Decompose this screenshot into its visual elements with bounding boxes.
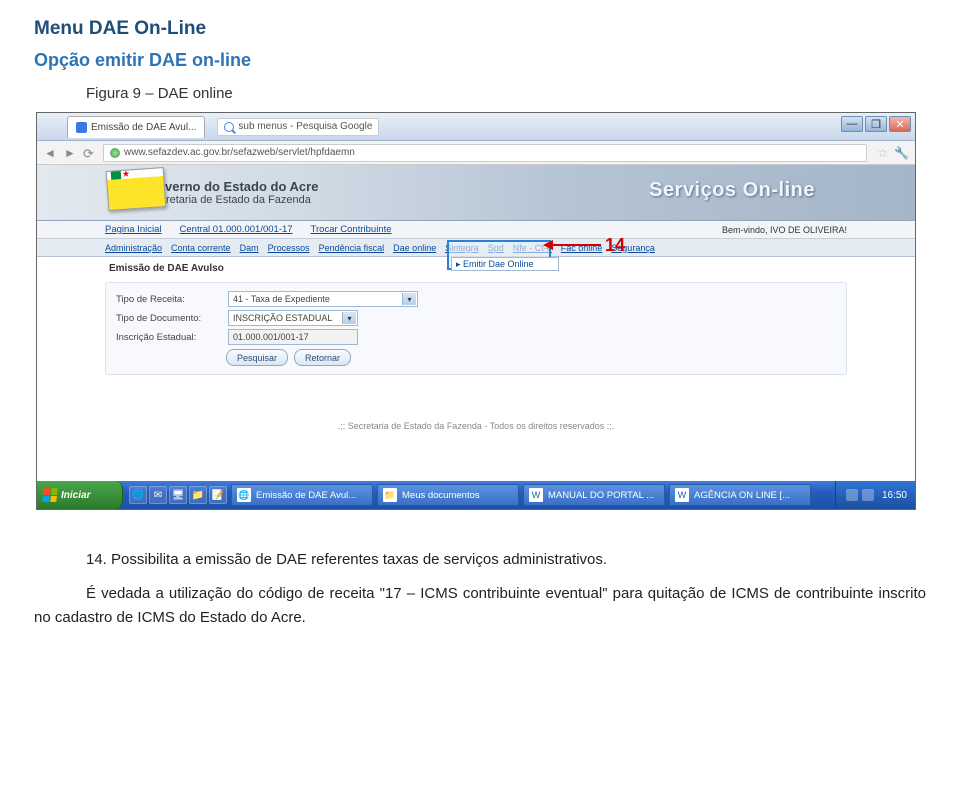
page-footer: .:: Secretaria de Estado da Fazenda - To… — [37, 421, 915, 431]
windows-taskbar: Iniciar 🌐 ✉ 🖥 📁 📝 🌐 Emissão de DAE Avul.… — [37, 481, 915, 509]
paragraph-14: 14. Possibilita a emissão de DAE referen… — [34, 548, 926, 572]
start-label: Iniciar — [61, 490, 90, 501]
select-tipo-documento-value: INSCRIÇÃO ESTADUAL — [233, 313, 332, 323]
taskbar-app-button[interactable]: 🌐 Emissão de DAE Avul... — [231, 484, 373, 506]
browser-tabstrip: Emissão de DAE Avul... sub menus - Pesqu… — [37, 113, 915, 141]
taskbar-clock: 16:50 — [882, 490, 907, 501]
menu2-item[interactable]: Administração — [105, 243, 162, 253]
quicklaunch-icon[interactable]: 📝 — [209, 486, 227, 504]
url-text: www.sefazdev.ac.gov.br/sefazweb/servlet/… — [124, 147, 355, 158]
primary-menu: Pagina Inicial Central 01.000.001/001-17… — [37, 221, 915, 239]
submenu-highlight: ▸ Emitir Dae Online — [447, 240, 551, 270]
label-tipo-documento: Tipo de Documento: — [116, 313, 220, 324]
taskbar-app-button[interactable]: W MANUAL DO PORTAL ... — [523, 484, 665, 506]
quicklaunch-icon[interactable]: 🖥 — [169, 486, 187, 504]
windows-logo-icon — [42, 488, 57, 502]
quicklaunch-icon[interactable]: ✉ — [149, 486, 167, 504]
retornar-button[interactable]: Retornar — [294, 349, 351, 366]
reload-button[interactable]: ⟳ — [83, 146, 97, 160]
window-controls: — ❐ ✕ — [841, 116, 911, 132]
label-tipo-receita: Tipo de Receita: — [116, 294, 220, 305]
menu2-item[interactable]: Pendência fiscal — [319, 243, 385, 253]
task-app-icon: 📁 — [383, 488, 397, 502]
task-app-label: MANUAL DO PORTAL ... — [548, 490, 654, 501]
omnibox-search-tab[interactable]: sub menus - Pesquisa Google — [217, 118, 379, 136]
gov-title: Governo do Estado do Acre Secretaria de … — [147, 179, 318, 206]
page-content: Governo do Estado do Acre Secretaria de … — [37, 165, 915, 483]
url-field[interactable]: www.sefazdev.ac.gov.br/sefazweb/servlet/… — [103, 144, 867, 162]
google-search-text: sub menus - Pesquisa Google — [238, 121, 372, 132]
quicklaunch: 🌐 ✉ 🖥 📁 📝 — [129, 486, 227, 504]
quicklaunch-icon[interactable]: 📁 — [189, 486, 207, 504]
menu2-item[interactable]: Dam — [240, 243, 259, 253]
chevron-down-icon: ▾ — [342, 312, 356, 324]
window-minimize-button[interactable]: — — [841, 116, 863, 132]
callout-number: 14 — [605, 235, 625, 256]
callout-arrow-icon — [551, 244, 601, 246]
welcome-text: Bem-vindo, IVO DE OLIVEIRA! — [722, 225, 847, 235]
globe-icon — [110, 148, 120, 158]
menu2-item[interactable]: Processos — [268, 243, 310, 253]
window-close-button[interactable]: ✕ — [889, 116, 911, 132]
tray-icon[interactable] — [846, 489, 858, 501]
gov-title-line2: Secretaria de Estado da Fazenda — [147, 194, 318, 206]
task-app-label: Emissão de DAE Avul... — [256, 490, 356, 501]
menu1-item-pagina-inicial[interactable]: Pagina Inicial — [105, 224, 162, 235]
input-inscricao-value: 01.000.001/001-17 — [233, 332, 309, 342]
chevron-down-icon: ▾ — [402, 293, 416, 305]
start-button[interactable]: Iniciar — [37, 481, 123, 509]
taskbar-app-button[interactable]: W AGÊNCIA ON LINE [... — [669, 484, 811, 506]
tab-title: Emissão de DAE Avul... — [91, 122, 196, 133]
task-app-icon: W — [529, 488, 543, 502]
menu2-item[interactable]: Conta corrente — [171, 243, 231, 253]
tray-icon[interactable] — [862, 489, 874, 501]
form-panel: Tipo de Receita: 41 - Taxa de Expediente… — [105, 282, 847, 375]
menu1-item-central[interactable]: Central 01.000.001/001-17 — [180, 224, 293, 235]
acre-flag-icon — [106, 167, 167, 211]
back-button[interactable]: ◄ — [43, 146, 57, 160]
task-app-icon: 🌐 — [237, 488, 251, 502]
task-app-icon: W — [675, 488, 689, 502]
task-app-label: Meus documentos — [402, 490, 480, 501]
secondary-menu: Administração Conta corrente Dam Process… — [37, 239, 915, 257]
site-banner: Governo do Estado do Acre Secretaria de … — [37, 165, 915, 221]
browser-addressbar: ◄ ► ⟳ www.sefazdev.ac.gov.br/sefazweb/se… — [37, 141, 915, 165]
wrench-menu-icon[interactable]: 🔧 — [894, 146, 909, 160]
heading-opcao-emitir: Opção emitir DAE on-line — [34, 50, 926, 71]
select-tipo-documento[interactable]: INSCRIÇÃO ESTADUAL ▾ — [228, 310, 358, 326]
task-app-label: AGÊNCIA ON LINE [... — [694, 490, 790, 501]
heading-menu-dae: Menu DAE On-Line — [34, 18, 926, 40]
submenu-item-emitir[interactable]: ▸ Emitir Dae Online — [451, 257, 559, 271]
select-tipo-receita[interactable]: 41 - Taxa de Expediente ▾ — [228, 291, 418, 307]
system-tray: 16:50 — [835, 481, 915, 509]
input-inscricao[interactable]: 01.000.001/001-17 — [228, 329, 358, 345]
window-maximize-button[interactable]: ❐ — [865, 116, 887, 132]
taskbar-app-button[interactable]: 📁 Meus documentos — [377, 484, 519, 506]
bookmark-star-icon[interactable]: ☆ — [873, 146, 888, 160]
forward-button[interactable]: ► — [63, 146, 77, 160]
servicos-online-title: Serviços On-line — [649, 179, 815, 202]
pesquisar-button[interactable]: Pesquisar — [226, 349, 288, 366]
paragraph-vedada: É vedada a utilização do código de recei… — [34, 582, 926, 630]
gov-title-line1: Governo do Estado do Acre — [147, 179, 318, 194]
menu2-item-dae-online[interactable]: Dae online — [393, 243, 436, 253]
figure-caption: Figura 9 – DAE online — [86, 85, 926, 102]
menu1-item-trocar[interactable]: Trocar Contribuinte — [311, 224, 392, 235]
select-tipo-receita-value: 41 - Taxa de Expediente — [233, 294, 330, 304]
screenshot-figure: Emissão de DAE Avul... sub menus - Pesqu… — [36, 112, 916, 510]
browser-tab[interactable]: Emissão de DAE Avul... — [67, 116, 205, 138]
label-inscricao: Inscrição Estadual: — [116, 332, 220, 343]
tab-favicon-icon — [76, 122, 87, 133]
quicklaunch-icon[interactable]: 🌐 — [129, 486, 147, 504]
search-icon — [224, 122, 234, 132]
